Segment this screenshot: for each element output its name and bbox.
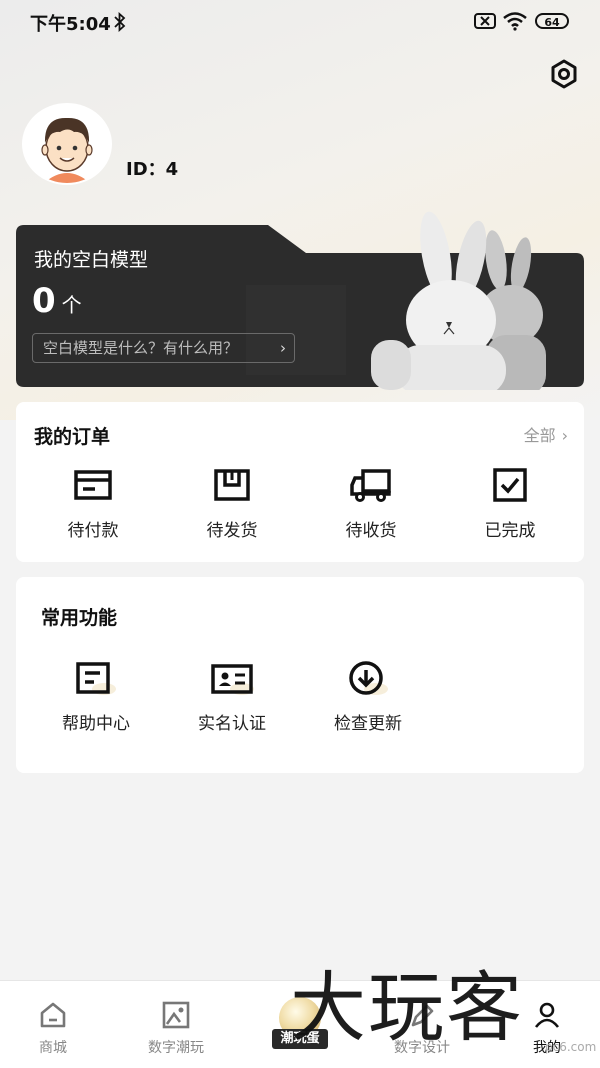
bluetooth-icon <box>114 12 126 32</box>
function-real-name-verification-label: 实名认证 <box>198 714 266 734</box>
order-pending-receipt-label: 待收货 <box>345 521 397 541</box>
blank-model-card[interactable]: 我的空白模型 0个 空白模型是什么？有什么用？ › <box>16 211 584 390</box>
blank-model-info-text: 空白模型是什么？有什么用？ <box>43 339 239 357</box>
user-id: ID：4 <box>126 159 179 180</box>
nav-digital-toys-label: 数字潮玩 <box>148 1040 204 1056</box>
function-help-center[interactable]: 帮助中心 <box>41 661 151 734</box>
orders-title: 我的订单 <box>34 426 111 448</box>
truck-icon <box>350 469 391 502</box>
function-check-update[interactable]: 检查更新 <box>313 661 423 734</box>
blank-model-count-number: 0 <box>32 281 56 321</box>
status-bar: 下午5:04 64 <box>0 0 600 44</box>
help-doc-icon <box>76 662 116 695</box>
blank-model-count: 0个 <box>32 281 82 321</box>
status-time: 下午5:04 <box>30 14 111 35</box>
rabbit-figures-illustration <box>371 211 546 390</box>
blank-model-count-unit: 个 <box>61 293 82 317</box>
blank-model-info-link[interactable]: 空白模型是什么？有什么用？ › <box>32 333 295 363</box>
function-help-center-label: 帮助中心 <box>62 714 130 734</box>
order-completed[interactable]: 已完成 <box>460 468 560 541</box>
functions-title: 常用功能 <box>41 607 118 629</box>
wifi-icon <box>503 12 527 31</box>
order-pending-shipment[interactable]: 待发货 <box>182 468 282 541</box>
home-icon <box>40 1002 66 1028</box>
orders-card: 我的订单 全部 › 待付款 待发货 待收货 已完成 <box>16 402 584 562</box>
chevron-right-icon: › <box>561 426 568 445</box>
watermark-site: pc6.com <box>545 1040 597 1054</box>
avatar-illustration <box>24 105 110 183</box>
battery-indicator: 64 <box>535 13 569 29</box>
nav-digital-toys[interactable]: 数字潮玩 <box>121 1001 231 1057</box>
package-icon <box>214 469 250 501</box>
blank-model-title: 我的空白模型 <box>34 249 149 271</box>
wallet-icon <box>74 470 112 500</box>
no-sim-icon <box>474 13 496 29</box>
id-card-icon <box>211 664 254 695</box>
image-icon <box>162 1001 190 1029</box>
nav-mall[interactable]: 商城 <box>0 1001 108 1057</box>
orders-view-all-link[interactable]: 全部 › <box>524 422 568 446</box>
order-pending-payment-label: 待付款 <box>67 521 119 541</box>
order-pending-shipment-label: 待发货 <box>206 521 258 541</box>
orders-view-all-label: 全部 <box>523 426 556 445</box>
nav-mall-label: 商城 <box>39 1040 67 1056</box>
avatar[interactable] <box>24 105 110 183</box>
order-pending-payment[interactable]: 待付款 <box>43 468 143 541</box>
functions-card: 常用功能 帮助中心 实名认证 检查更新 <box>16 577 584 773</box>
order-completed-label: 已完成 <box>484 521 536 541</box>
function-check-update-label: 检查更新 <box>334 714 402 734</box>
chevron-right-icon: › <box>280 339 286 357</box>
download-circle-icon <box>349 661 388 695</box>
order-pending-receipt[interactable]: 待收货 <box>321 468 421 541</box>
check-box-icon <box>493 468 527 502</box>
function-real-name-verification[interactable]: 实名认证 <box>177 661 287 734</box>
settings-icon[interactable] <box>548 58 580 90</box>
